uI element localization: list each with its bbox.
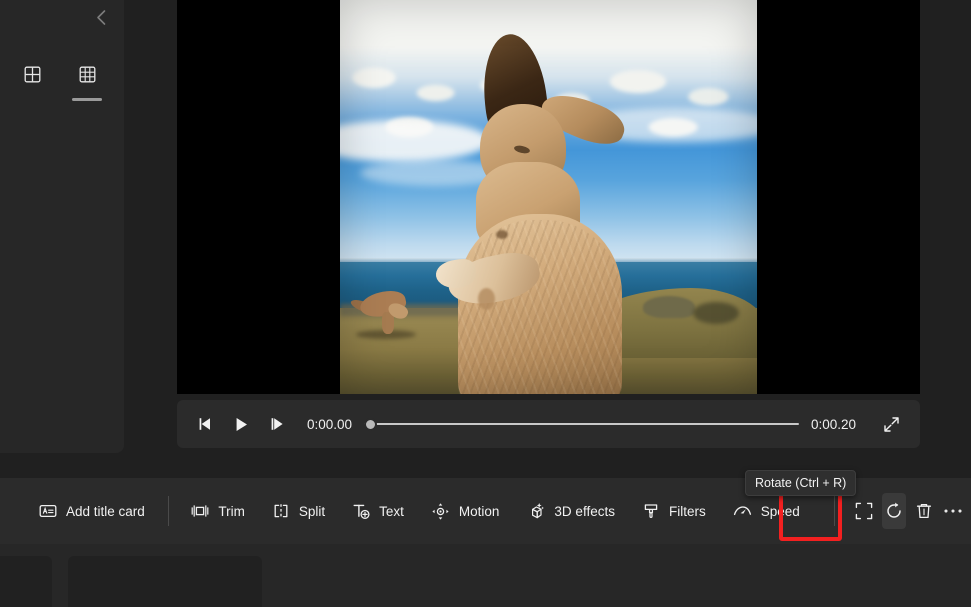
expand-arrows-icon	[883, 416, 900, 433]
sidebar-item-layout-grid-large[interactable]	[71, 58, 103, 90]
motion-button[interactable]: Motion	[422, 492, 509, 530]
grid-2x2-icon	[24, 66, 41, 83]
toolbar-divider	[168, 496, 169, 526]
play-button[interactable]	[223, 406, 259, 442]
speedometer-icon	[733, 502, 752, 520]
left-sidebar	[0, 0, 124, 453]
video-preview-area[interactable]	[177, 0, 920, 394]
trim-label: Trim	[218, 504, 245, 519]
sidebar-item-layout-grid-small[interactable]	[16, 58, 48, 90]
speed-button[interactable]: Speed	[724, 492, 809, 530]
sidebar-tab-strip	[0, 58, 124, 90]
filters-button[interactable]: Filters	[633, 492, 715, 530]
previous-frame-icon	[198, 417, 213, 431]
seek-thumb[interactable]	[364, 418, 377, 431]
rotate-icon	[884, 501, 904, 521]
split-button[interactable]: Split	[263, 492, 334, 530]
sidebar-tab-selection-indicator	[72, 98, 102, 101]
delete-button[interactable]	[912, 493, 936, 529]
seek-slider[interactable]	[364, 406, 799, 442]
toolbar-divider	[834, 496, 835, 526]
fullscreen-button[interactable]	[872, 406, 910, 442]
timeline-clip-1[interactable]	[0, 556, 52, 607]
text-label: Text	[379, 504, 404, 519]
speed-label: Speed	[761, 504, 800, 519]
split-label: Split	[299, 504, 325, 519]
paintbrush-icon	[642, 502, 660, 520]
foreground-kangaroo	[422, 34, 682, 394]
more-options-button[interactable]	[941, 493, 965, 529]
trash-icon	[915, 502, 933, 520]
3d-effects-button[interactable]: 3D effects	[517, 492, 624, 530]
motion-icon	[431, 502, 450, 521]
ellipsis-icon	[943, 508, 963, 514]
playback-controls: 0:00.00 0:00.20	[177, 400, 920, 448]
timeline-clip-2[interactable]	[68, 556, 262, 607]
text-add-icon	[352, 502, 370, 520]
previous-frame-button[interactable]	[187, 406, 223, 442]
current-time-label: 0:00.00	[295, 417, 364, 432]
motion-label: Motion	[459, 504, 500, 519]
next-frame-button[interactable]	[259, 406, 295, 442]
trim-button[interactable]: Trim	[182, 492, 254, 530]
chevron-left-icon	[95, 9, 108, 26]
sidebar-collapse-button[interactable]	[86, 2, 116, 32]
video-editor-window: 0:00.00 0:00.20	[0, 0, 971, 607]
play-icon	[234, 417, 249, 432]
grid-3x3-icon	[79, 66, 96, 83]
3d-effects-label: 3D effects	[554, 504, 615, 519]
add-title-card-button[interactable]: Add title card	[30, 492, 154, 530]
seek-track	[364, 423, 799, 425]
filters-label: Filters	[669, 504, 706, 519]
next-frame-icon	[270, 417, 285, 431]
aspect-ratio-button[interactable]	[852, 493, 876, 529]
timeline-strip[interactable]	[0, 544, 971, 607]
split-icon	[272, 502, 290, 520]
title-card-icon	[39, 502, 57, 520]
cube-sparkle-icon	[526, 502, 545, 521]
bush	[693, 302, 739, 324]
rotate-button[interactable]	[882, 493, 906, 529]
crop-frame-icon	[855, 502, 873, 520]
video-frame	[340, 0, 757, 394]
rotate-tooltip: Rotate (Ctrl + R)	[745, 470, 856, 496]
trim-icon	[191, 502, 209, 520]
background-kangaroo	[352, 286, 424, 342]
total-time-label: 0:00.20	[799, 417, 868, 432]
text-button[interactable]: Text	[343, 492, 413, 530]
add-title-card-label: Add title card	[66, 504, 145, 519]
